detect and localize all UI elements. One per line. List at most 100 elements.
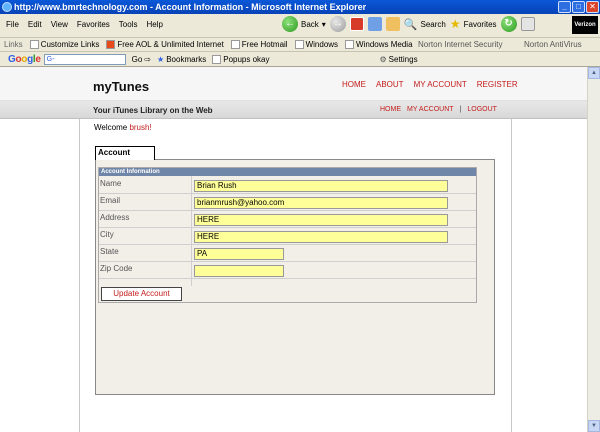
update-account-button[interactable]: Update Account: [101, 287, 182, 301]
minimize-icon[interactable]: _: [558, 1, 571, 13]
account-section-header: Account Information: [99, 168, 476, 176]
city-label: City: [100, 230, 114, 239]
city-field[interactable]: HERE: [194, 231, 448, 243]
favorites-label: Favorites: [463, 19, 497, 29]
link-aol[interactable]: Free AOL & Unlimited Internet: [106, 40, 224, 49]
address-label: Address: [100, 213, 130, 222]
favorites-button[interactable]: ★ Favorites: [450, 17, 497, 31]
nav-about-link[interactable]: ABOUT: [376, 80, 404, 89]
settings-label: Settings: [388, 54, 418, 64]
welcome-username: brush!: [129, 123, 152, 132]
gear-icon: ⚙: [379, 54, 387, 64]
norton-antivirus-button[interactable]: Norton AntiVirus: [524, 40, 582, 49]
search-button[interactable]: 🔍 Search: [404, 18, 446, 31]
account-panel: Account Information Name Brian Rush Emai…: [95, 159, 495, 395]
window-title: http://www.bmrtechnology.com - Account I…: [14, 2, 367, 12]
subnav-logout-link[interactable]: LOGOUT: [467, 106, 497, 113]
page-icon: [294, 40, 304, 49]
page-icon: [230, 40, 240, 49]
page-viewport: myTunes HOME ABOUT MY ACCOUNT REGISTER Y…: [0, 67, 587, 432]
popups-button[interactable]: Popups okay: [212, 54, 270, 64]
state-label: State: [100, 247, 119, 256]
form-row-zip: Zip Code: [99, 262, 476, 279]
nav-my-account-link[interactable]: MY ACCOUNT: [414, 80, 467, 89]
ie-logo-icon: [2, 2, 12, 12]
close-icon[interactable]: ✕: [586, 1, 599, 13]
forward-arrow-icon[interactable]: →: [329, 16, 346, 32]
vertical-scrollbar[interactable]: ▲ ▼: [587, 67, 600, 432]
star-icon: ★: [157, 54, 165, 64]
name-field[interactable]: Brian Rush: [194, 180, 448, 192]
form-row-email: Email brianmrush@yahoo.com: [99, 194, 476, 211]
menu-bar: File Edit View Favorites Tools Help: [6, 20, 163, 29]
arrow-right-icon: ⇨: [144, 54, 152, 64]
google-logo: Google: [8, 53, 41, 65]
zip-code-label: Zip Code: [100, 264, 133, 273]
refresh-icon[interactable]: [367, 17, 382, 31]
subnav-home-link[interactable]: HOME: [380, 106, 401, 113]
mail-icon[interactable]: [520, 17, 535, 31]
form-row-name: Name Brian Rush: [99, 177, 476, 194]
subnav-my-account-link[interactable]: MY ACCOUNT: [407, 106, 454, 113]
site-header: myTunes HOME ABOUT MY ACCOUNT REGISTER: [0, 67, 587, 101]
email-field[interactable]: brianmrush@yahoo.com: [194, 197, 448, 209]
popup-blocker-icon: [212, 54, 222, 64]
menu-tools[interactable]: Tools: [119, 20, 138, 29]
zip-code-field[interactable]: [194, 265, 284, 277]
site-nav: HOME ABOUT MY ACCOUNT REGISTER: [342, 80, 518, 89]
chevron-down-icon: ▾: [321, 19, 326, 29]
menu-help[interactable]: Help: [146, 20, 162, 29]
link-text: Free Hotmail: [241, 40, 288, 49]
settings-button[interactable]: ⚙ Settings: [380, 55, 418, 64]
page-icon: [29, 40, 39, 49]
back-label: Back: [301, 19, 319, 29]
nav-toolbar: ← Back ▾ → 🔍 Search ★ Favorites ↻: [282, 16, 535, 32]
window-controls: _ □ ✕: [558, 1, 599, 13]
google-search-input[interactable]: G-: [43, 53, 126, 65]
link-text: Windows: [305, 40, 339, 49]
state-field[interactable]: PA: [194, 248, 284, 260]
bookmarks-button[interactable]: ★ Bookmarks: [157, 55, 206, 64]
scroll-down-icon[interactable]: ▼: [588, 420, 600, 432]
form-row-state: State PA: [99, 245, 476, 262]
menu-view[interactable]: View: [51, 20, 68, 29]
google-go-button[interactable]: Go ⇨: [132, 55, 151, 64]
nav-home-link[interactable]: HOME: [342, 80, 366, 89]
scroll-up-icon[interactable]: ▲: [588, 67, 600, 79]
form-row-city: City HERE: [99, 228, 476, 245]
google-toolbar: Google G- Go ⇨ ★ Bookmarks Popups okay ⚙ Se…: [0, 52, 600, 67]
go-label: Go: [131, 54, 143, 64]
home-icon[interactable]: [385, 17, 400, 31]
links-label: Links: [4, 40, 23, 49]
welcome-prefix: Welcome: [94, 123, 128, 132]
menu-file[interactable]: File: [6, 20, 19, 29]
form-row-address: Address HERE: [99, 211, 476, 228]
site-title: myTunes: [93, 79, 150, 94]
verizon-logo: Verizon: [572, 16, 598, 34]
menu-favorites[interactable]: Favorites: [77, 20, 110, 29]
popups-label: Popups okay: [223, 54, 270, 64]
maximize-icon[interactable]: □: [572, 1, 585, 13]
bookmarks-label: Bookmarks: [166, 54, 207, 64]
account-form: Account Information Name Brian Rush Emai…: [98, 167, 477, 303]
subnav-separator: |: [459, 106, 462, 113]
name-label: Name: [100, 179, 122, 188]
link-text: Windows Media: [356, 40, 413, 49]
link-windows[interactable]: Windows: [294, 40, 339, 49]
link-hotmail[interactable]: Free Hotmail: [230, 40, 288, 49]
main-content: Welcome brush! Account Account Informati…: [79, 119, 512, 432]
address-field[interactable]: HERE: [194, 214, 448, 226]
aol-icon: [106, 40, 116, 49]
norton-security-button[interactable]: Norton Internet Security: [418, 40, 502, 49]
tab-account[interactable]: Account: [95, 146, 155, 160]
link-customize[interactable]: Customize Links: [29, 40, 100, 49]
history-icon[interactable]: ↻: [500, 16, 517, 32]
nav-register-link[interactable]: REGISTER: [477, 80, 518, 89]
stop-icon[interactable]: [349, 17, 364, 31]
page-icon: [345, 40, 355, 49]
link-text: Customize Links: [40, 40, 100, 49]
link-windows-media[interactable]: Windows Media: [345, 40, 413, 49]
back-button[interactable]: ← Back ▾: [282, 16, 326, 32]
back-arrow-icon: ←: [282, 16, 298, 32]
menu-edit[interactable]: Edit: [28, 20, 42, 29]
